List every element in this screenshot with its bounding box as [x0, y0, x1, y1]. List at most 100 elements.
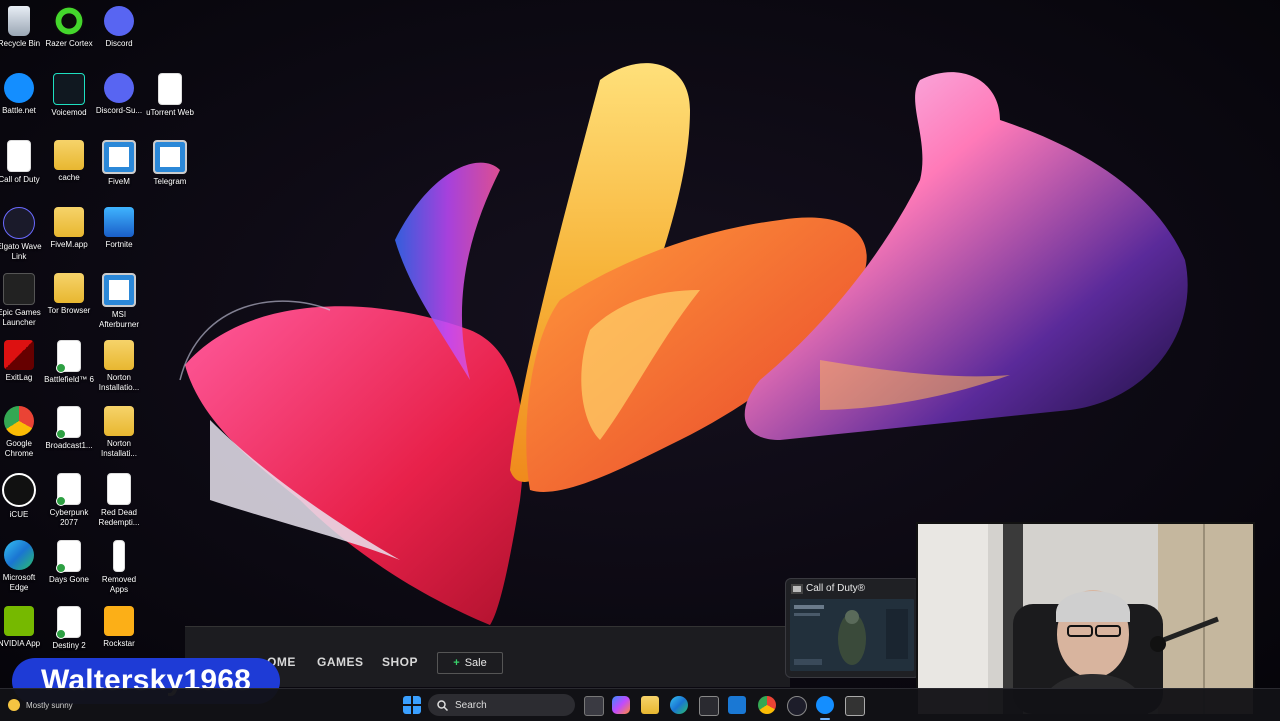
- desktop-icon-msi-afterburner[interactable]: MSI Afterburner: [94, 273, 144, 330]
- desktop-icon-fortnite[interactable]: Fortnite: [94, 207, 144, 250]
- desktop-icon-cyberpunk-2077[interactable]: Cyberpunk 2077: [44, 473, 94, 528]
- battlenet-icon: [4, 73, 34, 103]
- desktop-icon-removed-apps[interactable]: Removed Apps: [94, 540, 144, 595]
- preview-image: [790, 599, 914, 671]
- folder-icon: [104, 406, 134, 436]
- desktop-icon-label: Fortnite: [105, 240, 133, 249]
- sync-check-icon: [56, 563, 66, 573]
- desktop-icon-icue[interactable]: iCUE: [0, 473, 44, 520]
- desktop-icon-utorrent-web[interactable]: uTorrent Web: [145, 73, 195, 118]
- desktop-icon-discord[interactable]: Discord: [94, 6, 144, 49]
- app-icon[interactable]: [787, 696, 807, 716]
- search-placeholder: Search: [455, 699, 487, 711]
- desktop-icon-recycle-bin[interactable]: Recycle Bin: [0, 6, 44, 49]
- desktop-icon-fivem[interactable]: FiveM: [94, 140, 144, 187]
- desktop-icon-red-dead[interactable]: Red Dead Redempti...: [94, 473, 144, 528]
- desktop-icon-label: Norton Installati...: [100, 439, 137, 458]
- sync-check-icon: [56, 363, 66, 373]
- voicemod-icon: [53, 73, 85, 105]
- webcam-overlay: [916, 522, 1255, 716]
- desktop-icon-label: Battlefield™ 6: [44, 375, 94, 384]
- copilot-icon[interactable]: [612, 696, 630, 714]
- store-icon[interactable]: [699, 696, 719, 716]
- desktop-icon-battlenet[interactable]: Battle.net: [0, 73, 44, 116]
- desktop-icon-label: Rockstar: [103, 639, 135, 648]
- desktop-icon-label: NVIDIA App: [0, 639, 41, 648]
- fortnite-icon: [104, 207, 134, 237]
- desktop-icon-label: Removed Apps: [101, 575, 137, 594]
- task-view-icon[interactable]: [584, 696, 604, 716]
- mail-icon[interactable]: [728, 696, 746, 714]
- document-icon: [56, 406, 81, 439]
- desktop-icon-label: Telegram: [153, 177, 187, 186]
- nav-games[interactable]: GAMES: [317, 655, 364, 669]
- cod-icon[interactable]: [845, 696, 865, 716]
- discord-icon: [104, 6, 134, 36]
- desktop-icon-wave-link[interactable]: Elgato Wave Link: [0, 207, 44, 262]
- desktop-icon-norton-installation-2[interactable]: Norton Installati...: [94, 406, 144, 459]
- battlenet-icon[interactable]: [816, 696, 834, 714]
- nav-shop[interactable]: SHOP: [382, 655, 418, 669]
- desktop-icon-label: Norton Installatio...: [98, 373, 140, 392]
- desktop-icon-label: iCUE: [9, 510, 29, 519]
- desktop-icon-broadcast[interactable]: Broadcast1...: [44, 406, 94, 451]
- desktop-icon-norton-installation-1[interactable]: Norton Installatio...: [94, 340, 144, 393]
- sale-label: Sale: [464, 657, 487, 669]
- folder-icon: [54, 273, 84, 303]
- desktop-icon-label: MSI Afterburner: [98, 310, 140, 329]
- desktop-icon-google-chrome[interactable]: Google Chrome: [0, 406, 44, 459]
- desktop-icon-epic-games[interactable]: Epic Games Launcher: [0, 273, 44, 328]
- desktop-icon-discord-su[interactable]: Discord-Su...: [94, 73, 144, 116]
- weather-text[interactable]: Mostly sunny: [26, 701, 73, 710]
- folder-icon: [54, 140, 84, 170]
- desktop-icon-label: Elgato Wave Link: [0, 242, 42, 261]
- taskbar-search-box[interactable]: Search: [428, 694, 575, 716]
- desktop-icon-destiny-2[interactable]: Destiny 2: [44, 606, 94, 651]
- document-icon: [56, 606, 81, 639]
- desktop-icon-call-of-duty[interactable]: Call of Duty: [0, 140, 44, 185]
- desktop-icon-nvidia-app[interactable]: NVIDIA App: [0, 606, 44, 649]
- icue-icon: [2, 473, 36, 507]
- desktop-icon-microsoft-edge[interactable]: Microsoft Edge: [0, 540, 44, 593]
- desktop-icon-days-gone[interactable]: Days Gone: [44, 540, 94, 585]
- desktop-icon-label: Tor Browser: [47, 306, 91, 315]
- desktop-icon-label: FiveM: [108, 177, 130, 186]
- desktop-icon-label: Voicemod: [51, 108, 87, 117]
- nvidia-icon: [4, 606, 34, 636]
- sale-sparkle-icon: +: [453, 657, 460, 669]
- desktop-icon-rockstar[interactable]: Rockstar: [94, 606, 144, 649]
- desktop-icon-voicemod[interactable]: Voicemod: [44, 73, 94, 118]
- discord-icon: [104, 73, 134, 103]
- desktop-icon-tor-browser[interactable]: Tor Browser: [44, 273, 94, 316]
- sync-check-icon: [56, 496, 66, 506]
- weather-sun-icon: [8, 699, 20, 711]
- fivem-icon: [102, 140, 136, 174]
- sync-check-icon: [56, 429, 66, 439]
- desktop-icon-cache[interactable]: cache: [44, 140, 94, 183]
- desktop-icon-razer-cortex[interactable]: Razer Cortex: [44, 6, 94, 49]
- desktop-icon-battlefield-6[interactable]: Battlefield™ 6: [44, 340, 94, 385]
- desktop-icon-label: Days Gone: [48, 575, 90, 584]
- epic-games-icon: [3, 273, 35, 305]
- razer-cortex-icon: [54, 6, 84, 36]
- document-icon: [56, 340, 81, 373]
- desktop-icon-telegram[interactable]: Telegram: [145, 140, 195, 187]
- sale-button[interactable]: + Sale: [437, 652, 503, 674]
- desktop-icon-exitlag[interactable]: ExitLag: [0, 340, 44, 383]
- preview-title: Call of Duty®: [806, 583, 866, 594]
- edge-icon[interactable]: [670, 696, 688, 714]
- start-icon[interactable]: [403, 696, 421, 714]
- taskbar-window-preview[interactable]: Call of Duty®: [785, 578, 920, 678]
- chrome-icon[interactable]: [758, 696, 776, 714]
- desktop-icon-fivem-app[interactable]: FiveM.app: [44, 207, 94, 250]
- file-explorer-icon[interactable]: [641, 696, 659, 714]
- desktop-icon-label: Call of Duty: [0, 175, 40, 184]
- sync-check-icon: [56, 629, 66, 639]
- desktop-icon-label: Red Dead Redempti...: [98, 508, 140, 527]
- desktop-icon-label: Recycle Bin: [0, 39, 41, 48]
- document-icon: [107, 473, 131, 505]
- desktop-icon-label: Epic Games Launcher: [0, 308, 41, 327]
- folder-icon: [54, 207, 84, 237]
- desktop-icon-label: cache: [58, 173, 80, 182]
- desktop-icon-label: Cyberpunk 2077: [49, 508, 89, 527]
